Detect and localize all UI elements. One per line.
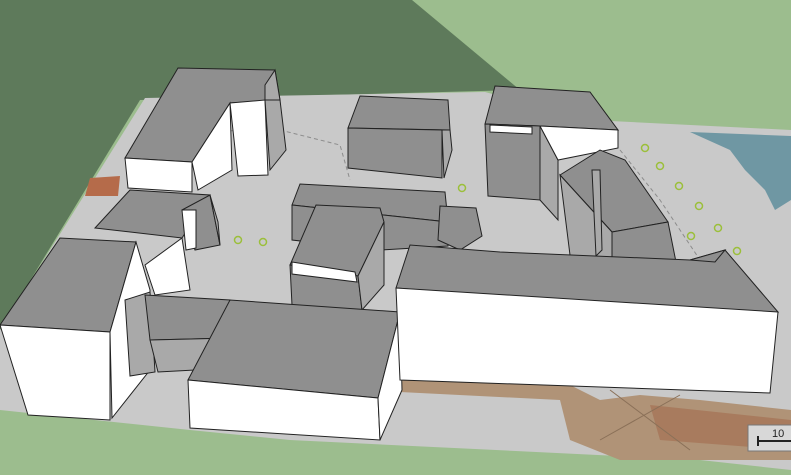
building-north-block[interactable] (347, 95, 453, 179)
scale-bar-background (747, 424, 791, 452)
3d-scene[interactable]: 10 (0, 0, 791, 475)
brick-patch-west (85, 176, 120, 196)
building-south-block[interactable] (187, 299, 403, 441)
scale-bar-label: 10 (772, 428, 784, 440)
building-long-southeast-wing[interactable] (395, 244, 780, 394)
3d-model-viewport[interactable]: 10 (0, 0, 791, 475)
scale-bar: 10 (747, 424, 791, 452)
